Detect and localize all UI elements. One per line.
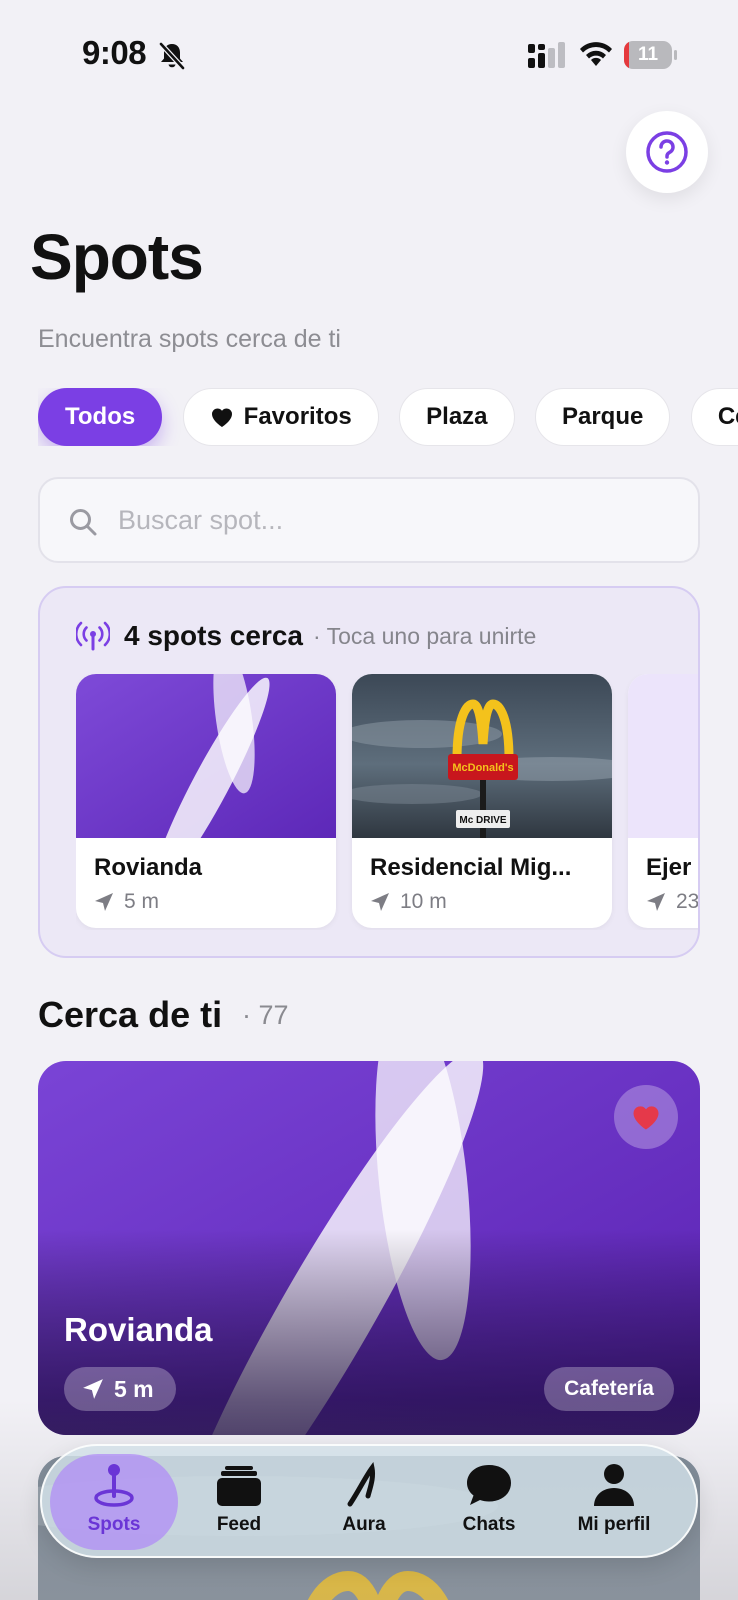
nearby-spot-card[interactable]: Rovianda 5 m bbox=[76, 674, 336, 928]
page-subtitle: Encuentra spots cerca de ti bbox=[38, 325, 341, 353]
location-arrow-icon bbox=[83, 1379, 103, 1399]
svg-text:McDonald's: McDonald's bbox=[452, 762, 513, 774]
nearby-spots-panel: 4 spots cerca · Toca uno para unirte Rov… bbox=[38, 586, 700, 958]
nearby-count: 4 spots cerca bbox=[124, 620, 303, 651]
tab-feed[interactable]: Feed bbox=[175, 1454, 303, 1550]
heart-icon bbox=[633, 1106, 659, 1130]
filter-chip-cer[interactable]: Cer bbox=[690, 388, 738, 446]
spot-distance: 23 bbox=[646, 890, 698, 914]
cards-stack-icon bbox=[217, 1466, 261, 1506]
cellular-signal-icon bbox=[528, 42, 565, 68]
status-time: 9:08 bbox=[82, 34, 147, 71]
question-circle-icon bbox=[646, 131, 688, 173]
filter-chip-todos[interactable]: Todos bbox=[38, 388, 163, 446]
spots-screen: 9:08 11 Spots Encuentra spots cerca de t… bbox=[0, 0, 738, 1600]
spot-thumbnail bbox=[76, 674, 336, 838]
spot-name: Rovianda bbox=[94, 854, 203, 881]
spot-distance: 10 m bbox=[370, 890, 447, 914]
aura-logo-icon bbox=[347, 1462, 375, 1507]
nearby-spot-card[interactable]: McDonald's Mc DRIVE Residencial Mig... 1… bbox=[352, 674, 612, 928]
filter-chip-favoritos[interactable]: Favoritos bbox=[182, 388, 379, 446]
featured-spot-name: Rovianda bbox=[64, 1311, 213, 1348]
search-icon bbox=[70, 509, 97, 536]
favorite-button[interactable] bbox=[614, 1085, 678, 1149]
broadcast-icon bbox=[76, 621, 110, 651]
nearby-spot-card[interactable]: Ejer 23 bbox=[628, 674, 698, 928]
spot-thumbnail bbox=[628, 674, 698, 838]
tab-profile[interactable]: Mi perfil bbox=[550, 1454, 678, 1550]
nearby-header: 4 spots cerca · Toca uno para unirte bbox=[76, 616, 696, 656]
filter-chips: Todos Favoritos Plaza Parque Cer bbox=[38, 388, 738, 446]
search-input[interactable] bbox=[118, 479, 678, 561]
person-icon bbox=[594, 1464, 634, 1506]
wifi-icon bbox=[580, 42, 612, 66]
location-arrow-icon bbox=[647, 893, 665, 911]
svg-text:Mc DRIVE: Mc DRIVE bbox=[459, 815, 507, 826]
help-button[interactable] bbox=[626, 111, 708, 193]
bottom-tab-bar: Spots Feed Aura Chats Mi perfil bbox=[40, 1444, 698, 1558]
map-pin-icon bbox=[94, 1464, 134, 1507]
chat-bubble-icon bbox=[467, 1465, 511, 1505]
page-title: Spots bbox=[30, 221, 204, 293]
nearby-hint: · Toca uno para unirte bbox=[313, 622, 537, 649]
tab-chats[interactable]: Chats bbox=[425, 1454, 553, 1550]
heart-icon bbox=[211, 408, 232, 427]
filter-chip-parque[interactable]: Parque bbox=[534, 388, 671, 446]
filter-chip-plaza[interactable]: Plaza bbox=[399, 388, 515, 446]
spot-name: Ejer bbox=[646, 854, 692, 881]
battery-indicator: 11 bbox=[624, 41, 677, 69]
nearby-spot-carousel: Rovianda 5 m McDonald's Mc DRIVE Residen… bbox=[76, 674, 698, 930]
battery-level: 11 bbox=[637, 44, 659, 65]
tab-spots[interactable]: Spots bbox=[50, 1454, 178, 1550]
location-arrow-icon bbox=[95, 893, 113, 911]
search-bar bbox=[38, 477, 700, 563]
location-arrow-icon bbox=[371, 893, 389, 911]
featured-spot-card[interactable]: Rovianda 5 m Cafetería bbox=[38, 1061, 700, 1435]
tab-aura[interactable]: Aura bbox=[300, 1454, 428, 1550]
section-count: · 77 bbox=[242, 1000, 289, 1030]
spot-distance: 5 m bbox=[94, 890, 159, 914]
bell-off-icon bbox=[159, 42, 185, 70]
spot-thumbnail: McDonald's Mc DRIVE bbox=[352, 674, 612, 838]
section-title: Cerca de ti bbox=[38, 994, 223, 1035]
spot-name: Residencial Mig... bbox=[370, 854, 572, 881]
status-bar: 9:08 11 bbox=[0, 0, 738, 100]
